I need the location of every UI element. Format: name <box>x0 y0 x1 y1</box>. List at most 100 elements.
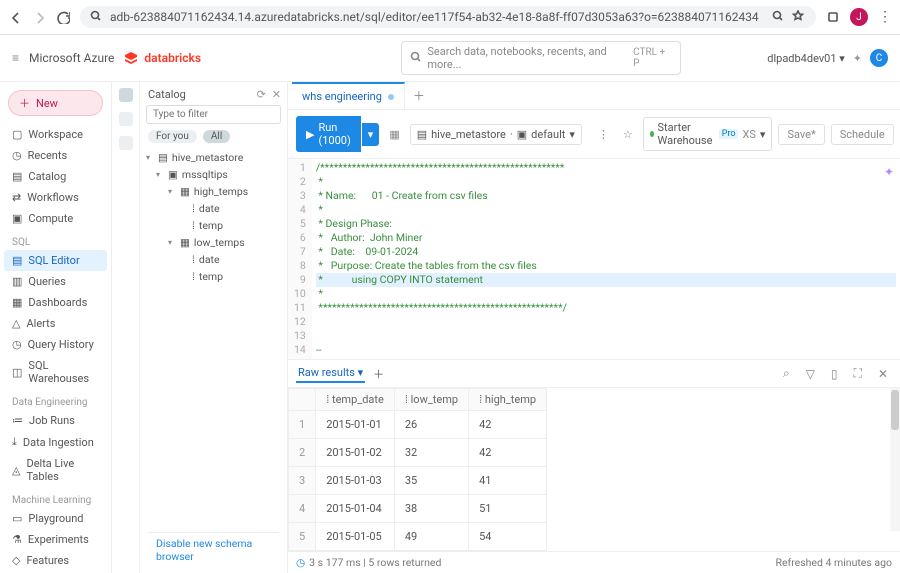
search-kbd: CTRL + P <box>633 47 672 69</box>
table-row[interactable]: 22015-01-023242 <box>289 439 547 467</box>
filter-icon[interactable]: ▽ <box>802 365 819 383</box>
sidebar-item-alerts[interactable]: △ Alerts <box>4 313 107 334</box>
tree-col-temp2[interactable]: ⁞ temp <box>144 268 283 285</box>
sidebar-item-workspace[interactable]: ▢ Workspace <box>4 124 107 145</box>
line-gutter: 123456789101112131415161718192021 <box>288 159 312 359</box>
refresh-icon[interactable]: ⟳ <box>257 88 266 101</box>
user-avatar[interactable]: C <box>870 49 888 67</box>
global-search[interactable]: Search data, notebooks, recents, and mor… <box>401 41 681 75</box>
status-bar: ◷ 3 s 177 ms | 5 rows returned Refreshed… <box>288 551 900 573</box>
table-row[interactable]: 12015-01-012642 <box>289 411 547 439</box>
hamburger-icon[interactable]: ≡ <box>12 51 19 65</box>
section-sql: SQL <box>4 229 107 250</box>
forward-icon[interactable] <box>32 10 46 24</box>
col-low-temp[interactable]: ⁞ low_temp <box>394 389 468 411</box>
editor-tab[interactable]: whs engineering <box>292 82 405 109</box>
clock-icon: ◷ <box>296 556 305 569</box>
more-icon[interactable]: ⋮ <box>594 126 613 143</box>
close-icon[interactable]: ✕ <box>272 88 281 101</box>
sidebar-item-queries[interactable]: ▥ Queries <box>4 271 107 292</box>
azure-label: Microsoft Azure <box>29 51 114 65</box>
url-bar[interactable]: adb-623884071162434.14.azuredatabricks.n… <box>80 6 816 28</box>
sidebar-item-sql-editor[interactable]: ▤ SQL Editor <box>4 250 107 271</box>
tree-db[interactable]: ▾▣ mssqltips <box>144 166 283 183</box>
sidebar-item-delta-live-tables[interactable]: ◬ Delta Live Tables <box>4 453 107 487</box>
warehouse-selector[interactable]: Starter Warehouse Pro XS ▾ <box>643 117 773 151</box>
columns-icon[interactable]: ▯ <box>827 365 842 383</box>
extensions-icon[interactable] <box>826 10 840 24</box>
save-button[interactable]: Save* <box>778 124 824 145</box>
tree-col-date[interactable]: ⁞ date <box>144 200 283 217</box>
tree-catalog[interactable]: ▾▤ hive_metastore <box>144 149 283 166</box>
catalog-filter-input[interactable] <box>146 105 281 124</box>
back-icon[interactable] <box>8 10 22 24</box>
sidebar-item-job-runs[interactable]: ≔ Job Runs <box>4 410 107 431</box>
rownum-header <box>289 389 316 411</box>
close-results-icon[interactable]: ✕ <box>874 365 892 383</box>
browser-menu-icon[interactable]: ⋮ <box>878 9 892 25</box>
search-results-icon[interactable]: ⌕ <box>779 364 794 383</box>
results-header: Raw results ▾ ＋ ⌕ ▽ ▯ ⛶ ✕ <box>288 359 900 388</box>
results-table: ⁞ temp_date ⁞ low_temp ⁞ high_temp 12015… <box>288 388 547 551</box>
catalog-panel: Catalog ⟳ ✕ For you All ▾▤ hive_metastor… <box>112 82 288 573</box>
add-viz-button[interactable]: ＋ <box>373 366 384 382</box>
tree-table-low[interactable]: ▾▦ low_temps <box>144 234 283 251</box>
tree-col-date2[interactable]: ⁞ date <box>144 251 283 268</box>
sidebar-item-query-history[interactable]: ◷ Query History <box>4 334 107 355</box>
ai-assist-icon[interactable]: ✦ <box>884 165 894 179</box>
col-temp-date[interactable]: ⁞ temp_date <box>316 389 395 411</box>
table-row[interactable]: 32015-01-033541 <box>289 467 547 495</box>
sidebar-item-features[interactable]: ◇ Features <box>4 550 107 571</box>
catalog-selector[interactable]: ▤ hive_metastore · ▣ default ▾ <box>410 124 582 145</box>
rail-schema-icon[interactable] <box>119 88 133 102</box>
databricks-logo[interactable]: databricks <box>124 51 201 65</box>
site-info-icon[interactable] <box>90 10 104 24</box>
url-text: adb-623884071162434.14.azuredatabricks.n… <box>110 10 766 24</box>
section-de: Data Engineering <box>4 389 107 410</box>
tab-for-you[interactable]: For you <box>148 130 197 143</box>
sidebar-item-data-ingestion[interactable]: ⤓ Data Ingestion <box>4 431 107 453</box>
reload-icon[interactable] <box>56 10 70 24</box>
disable-schema-browser-link[interactable]: Disable new schema browser <box>148 532 279 567</box>
rail-history-icon[interactable] <box>119 112 133 126</box>
sidebar-item-recents[interactable]: ◷ Recents <box>4 145 107 166</box>
star-icon[interactable] <box>792 10 806 24</box>
col-high-temp[interactable]: ⁞ high_temp <box>469 389 547 411</box>
save-query-icon[interactable]: ▦ <box>385 128 403 141</box>
table-row[interactable]: 52015-01-054954 <box>289 523 547 551</box>
run-dropdown[interactable]: ▾ <box>362 123 380 146</box>
status-refreshed: Refreshed 4 minutes ago <box>776 556 893 569</box>
code-editor[interactable]: ✦ 123456789101112131415161718192021 /***… <box>288 159 900 359</box>
vertical-scrollbar[interactable] <box>890 388 900 531</box>
code-lines[interactable]: /***************************************… <box>312 159 900 359</box>
sidebar-item-workflows[interactable]: ⇄ Workflows <box>4 187 107 208</box>
app-header: ≡ Microsoft Azure databricks Search data… <box>0 35 900 82</box>
browser-avatar[interactable]: J <box>850 8 868 26</box>
tab-all[interactable]: All <box>203 130 230 143</box>
sidebar-item-playground[interactable]: ▭ Playground <box>4 508 107 529</box>
tree-col-temp[interactable]: ⁞ temp <box>144 217 283 234</box>
sidebar-item-experiments[interactable]: ⚗ Experiments <box>4 529 107 550</box>
sidebar: ＋New ▢ Workspace ◷ Recents ▤ Catalog ⇄ W… <box>0 82 112 573</box>
tree-table-high[interactable]: ▾▦ high_temps <box>144 183 283 200</box>
assistant-icon[interactable]: ✦ <box>853 52 862 65</box>
status-dot-icon <box>650 131 654 137</box>
rail-nav-icon[interactable] <box>119 136 133 150</box>
zoom-icon[interactable] <box>772 10 786 24</box>
workspace-selector[interactable]: dlpadb4dev01 ▾ <box>767 52 845 65</box>
sidebar-item-sql-warehouses[interactable]: ◫ SQL Warehouses <box>4 355 107 389</box>
star-icon[interactable]: ☆ <box>619 126 637 143</box>
sidebar-item-catalog[interactable]: ▤ Catalog <box>4 166 107 187</box>
table-row[interactable]: 42015-01-043851 <box>289 495 547 523</box>
new-button[interactable]: ＋New <box>8 90 103 116</box>
schedule-button[interactable]: Schedule <box>831 124 894 145</box>
add-tab-button[interactable]: ＋ <box>405 83 433 108</box>
search-icon <box>410 51 423 65</box>
results-tab[interactable]: Raw results ▾ <box>296 364 365 383</box>
expand-icon[interactable]: ⛶ <box>850 364 866 383</box>
catalog-title: Catalog <box>148 88 186 101</box>
results-body: ⁞ temp_date ⁞ low_temp ⁞ high_temp 12015… <box>288 388 900 551</box>
sidebar-item-dashboards[interactable]: ▦ Dashboards <box>4 292 107 313</box>
sidebar-item-compute[interactable]: ▣ Compute <box>4 208 107 229</box>
run-button[interactable]: ▶ Run (1000) <box>296 116 361 152</box>
